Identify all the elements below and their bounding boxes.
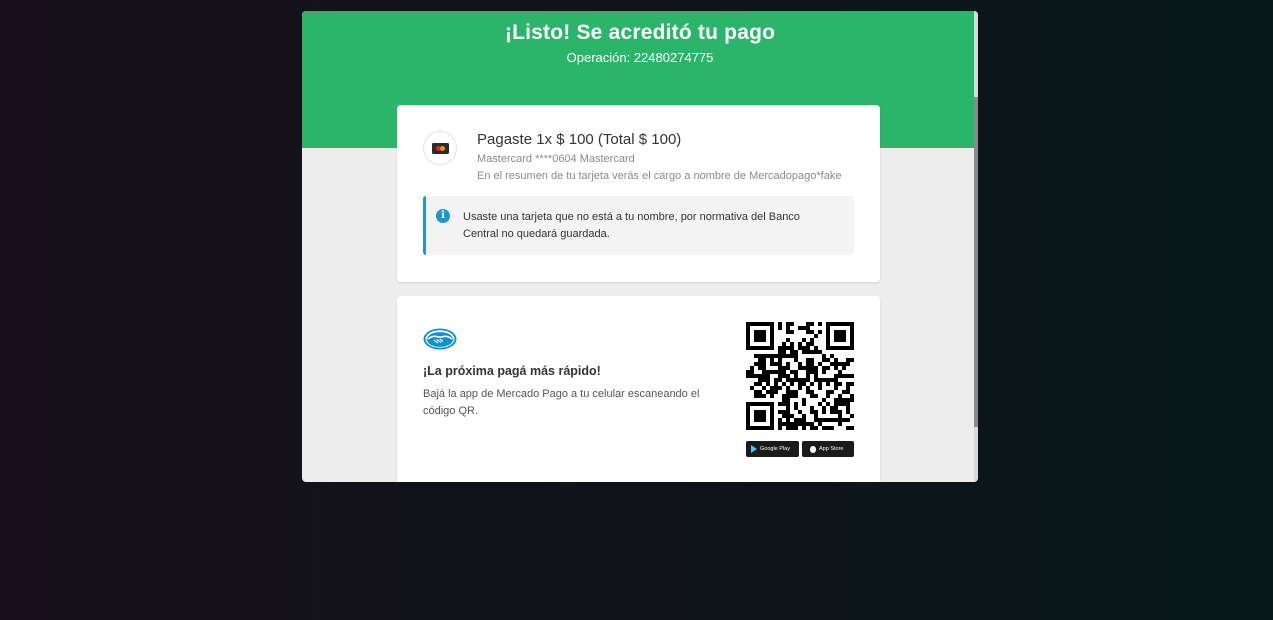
card-info: Mastercard ****0604 Mastercard <box>477 153 635 165</box>
app-promo-title: ¡La próxima pagá más rápido! <box>423 364 601 378</box>
mercado-pago-handshake-logo <box>423 328 457 350</box>
card-not-saved-notice: i Usaste una tarjeta que no está a tu no… <box>423 196 854 255</box>
app-promo-card: ¡La próxima pagá más rápido! Bajá la app… <box>397 296 880 482</box>
app-store-label: App Store <box>819 446 844 452</box>
google-play-button[interactable]: Google Play <box>746 441 799 457</box>
card-brand-badge <box>423 131 457 165</box>
app-promo-description: Bajá la app de Mercado Pago a tu celular… <box>423 388 700 417</box>
info-icon: i <box>436 209 450 223</box>
notice-text: Usaste una tarjeta que no está a tu nomb… <box>463 211 800 240</box>
payment-success-modal: ¡Listo! Se acreditó tu pago Operación: 2… <box>302 11 978 482</box>
scrollbar[interactable] <box>974 11 978 482</box>
mastercard-icon <box>432 143 449 154</box>
qr-code <box>746 322 854 430</box>
payment-details-card: Pagaste 1x $ 100 (Total $ 100) Mastercar… <box>397 105 880 282</box>
payment-summary: Pagaste 1x $ 100 (Total $ 100) <box>477 131 682 148</box>
operation-number: Operación: 22480274775 <box>566 50 714 65</box>
apple-icon <box>810 445 816 453</box>
scrollbar-thumb[interactable] <box>974 97 978 427</box>
app-store-button[interactable]: App Store <box>802 441 854 457</box>
google-play-icon <box>751 445 757 453</box>
page-title: ¡Listo! Se acreditó tu pago <box>504 21 776 44</box>
statement-info: En el resumen de tu tarjeta verás el car… <box>477 170 842 182</box>
google-play-label: Google Play <box>760 446 790 452</box>
